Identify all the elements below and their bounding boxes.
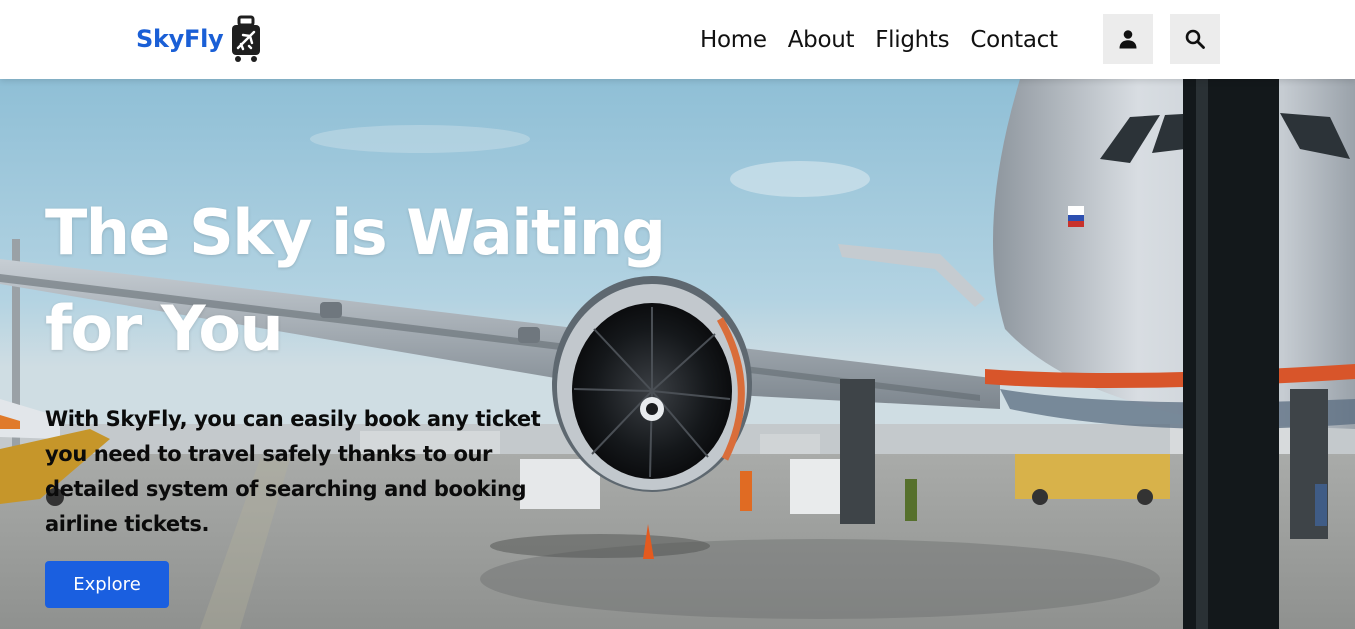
search-icon — [1185, 29, 1205, 49]
navbar: SkyFly Home About Flights Contact — [0, 0, 1355, 79]
nav-link-flights[interactable]: Flights — [875, 27, 949, 53]
hero-title: The Sky is Waiting for You — [45, 185, 725, 377]
hero-section: The Sky is Waiting for You With SkyFly, … — [0, 79, 1355, 629]
nav-link-about[interactable]: About — [788, 27, 855, 53]
nav-link-contact[interactable]: Contact — [970, 27, 1058, 53]
brand-logo-link[interactable]: SkyFly — [136, 14, 263, 64]
hero-title-line-1: The Sky is Waiting — [45, 196, 666, 269]
user-icon — [1119, 30, 1137, 49]
nav-link-home[interactable]: Home — [700, 27, 767, 53]
brand-name: SkyFly — [136, 25, 224, 53]
hero-subtitle: With SkyFly, you can easily book any tic… — [45, 407, 541, 536]
search-button[interactable] — [1170, 14, 1220, 64]
explore-button[interactable]: Explore — [45, 561, 169, 608]
user-account-button[interactable] — [1103, 14, 1153, 64]
luggage-plane-icon — [232, 15, 261, 62]
hero-title-line-2: for You — [45, 292, 284, 365]
main-nav: Home About Flights Contact — [700, 22, 1058, 58]
